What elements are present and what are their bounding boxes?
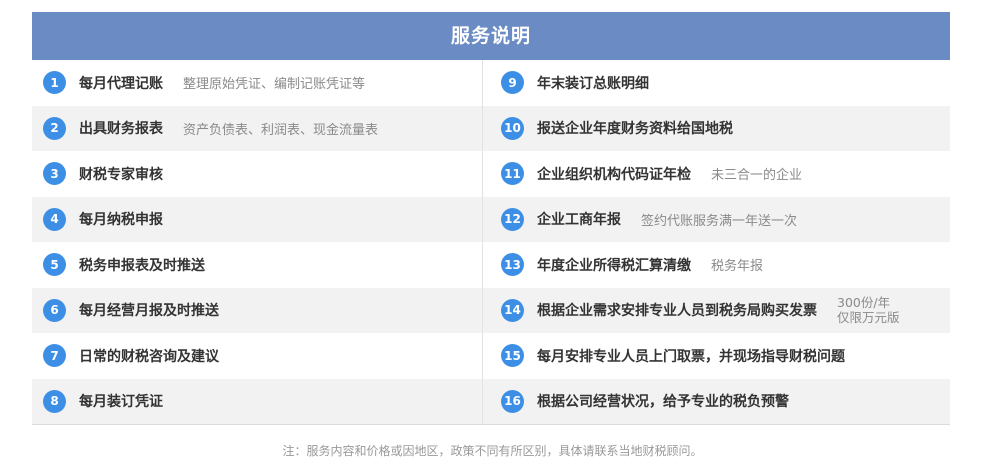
- item-label: 每月经营月报及时推送: [79, 303, 219, 320]
- item-label: 财税专家审核: [79, 166, 163, 183]
- item-number-badge: 16: [501, 389, 524, 413]
- item-number-badge: 13: [501, 253, 524, 277]
- service-item: 11 企业组织机构代码证年检 未三合一的企业: [491, 151, 950, 197]
- item-number-badge: 11: [501, 162, 524, 186]
- item-note: 300份/年 仅限万元版: [837, 295, 900, 325]
- service-row: 4 每月纳税申报 12 企业工商年报 签约代账服务满一年送一次: [32, 196, 950, 243]
- column-divider: [482, 60, 483, 424]
- item-label: 税务申报表及时推送: [79, 257, 205, 274]
- service-panel: 服务说明 1 每月代理记账 整理原始凭证、编制记账凭证等 9 年末装订总账明细 …: [32, 12, 950, 425]
- service-item: 14 根据企业需求安排专业人员到税务局购买发票 300份/年 仅限万元版: [491, 288, 950, 334]
- service-row: 8 每月装订凭证 16 根据公司经营状况，给予专业的税负预警: [32, 378, 950, 425]
- panel-title: 服务说明: [32, 12, 950, 60]
- service-item: 7 日常的财税咨询及建议: [32, 333, 491, 379]
- service-item: 6 每月经营月报及时推送: [32, 288, 491, 334]
- item-number-badge: 7: [43, 344, 66, 368]
- item-number-badge: 4: [43, 207, 66, 231]
- item-number-badge: 6: [43, 298, 66, 322]
- service-item: 10 报送企业年度财务资料给国地税: [491, 106, 950, 152]
- service-item: 9 年末装订总账明细: [491, 60, 950, 106]
- item-number-badge: 2: [43, 116, 66, 140]
- item-label: 出具财务报表: [79, 121, 163, 138]
- item-label: 年末装订总账明细: [537, 75, 649, 92]
- item-label: 根据企业需求安排专业人员到税务局购买发票: [537, 303, 817, 320]
- service-item: 3 财税专家审核: [32, 151, 491, 197]
- service-item: 5 税务申报表及时推送: [32, 242, 491, 288]
- service-item: 2 出具财务报表 资产负债表、利润表、现金流量表: [32, 106, 491, 152]
- footer-note: 注：服务内容和价格或因地区，政策不同有所区别，具体请联系当地财税顾问。: [282, 444, 703, 458]
- panel-bottom-border: [32, 424, 950, 425]
- item-number-badge: 15: [501, 344, 524, 368]
- item-note: 整理原始凭证、编制记账凭证等: [183, 77, 366, 93]
- item-label: 每月装订凭证: [79, 394, 163, 411]
- item-number-badge: 12: [501, 207, 524, 231]
- item-number-badge: 8: [43, 389, 66, 413]
- item-label: 日常的财税咨询及建议: [79, 348, 219, 365]
- service-item: 15 每月安排专业人员上门取票，并现场指导财税问题: [491, 333, 950, 379]
- item-number-badge: 9: [501, 71, 524, 95]
- item-note-line: 300份/年: [837, 295, 891, 311]
- item-note-line: 仅限万元版: [837, 310, 900, 326]
- item-number-badge: 14: [501, 298, 524, 322]
- item-note: 资产负债表、利润表、现金流量表: [183, 122, 379, 138]
- service-item: 4 每月纳税申报: [32, 197, 491, 243]
- item-label: 根据公司经营状况，给予专业的税负预警: [537, 394, 789, 411]
- service-item: 16 根据公司经营状况，给予专业的税负预警: [491, 379, 950, 425]
- item-label: 企业组织机构代码证年检: [537, 166, 691, 183]
- service-row: 1 每月代理记账 整理原始凭证、编制记账凭证等 9 年末装订总账明细: [32, 60, 950, 106]
- service-item: 12 企业工商年报 签约代账服务满一年送一次: [491, 197, 950, 243]
- item-note: 税务年报: [711, 259, 764, 275]
- service-item: 13 年度企业所得税汇算清缴 税务年报: [491, 242, 950, 288]
- item-number-badge: 5: [43, 253, 66, 277]
- item-label: 年度企业所得税汇算清缴: [537, 257, 691, 274]
- service-item: 1 每月代理记账 整理原始凭证、编制记账凭证等: [32, 60, 491, 106]
- item-note: 未三合一的企业: [711, 168, 803, 184]
- service-row: 3 财税专家审核 11 企业组织机构代码证年检 未三合一的企业: [32, 151, 950, 197]
- item-note: 签约代账服务满一年送一次: [641, 213, 798, 229]
- service-row: 6 每月经营月报及时推送 14 根据企业需求安排专业人员到税务局购买发票 300…: [32, 287, 950, 334]
- service-row: 2 出具财务报表 资产负债表、利润表、现金流量表 10 报送企业年度财务资料给国…: [32, 105, 950, 152]
- item-number-badge: 3: [43, 162, 66, 186]
- service-grid: 1 每月代理记账 整理原始凭证、编制记账凭证等 9 年末装订总账明细 2 出具财…: [32, 60, 950, 424]
- service-row: 7 日常的财税咨询及建议 15 每月安排专业人员上门取票，并现场指导财税问题: [32, 333, 950, 379]
- service-item: 8 每月装订凭证: [32, 379, 491, 425]
- item-number-badge: 10: [501, 116, 524, 140]
- item-label: 企业工商年报: [537, 212, 621, 229]
- service-row: 5 税务申报表及时推送 13 年度企业所得税汇算清缴 税务年报: [32, 242, 950, 288]
- item-label: 每月代理记账: [79, 75, 163, 92]
- item-label: 报送企业年度财务资料给国地税: [537, 121, 733, 138]
- item-label: 每月纳税申报: [79, 212, 163, 229]
- item-label: 每月安排专业人员上门取票，并现场指导财税问题: [537, 348, 845, 365]
- item-number-badge: 1: [43, 71, 66, 95]
